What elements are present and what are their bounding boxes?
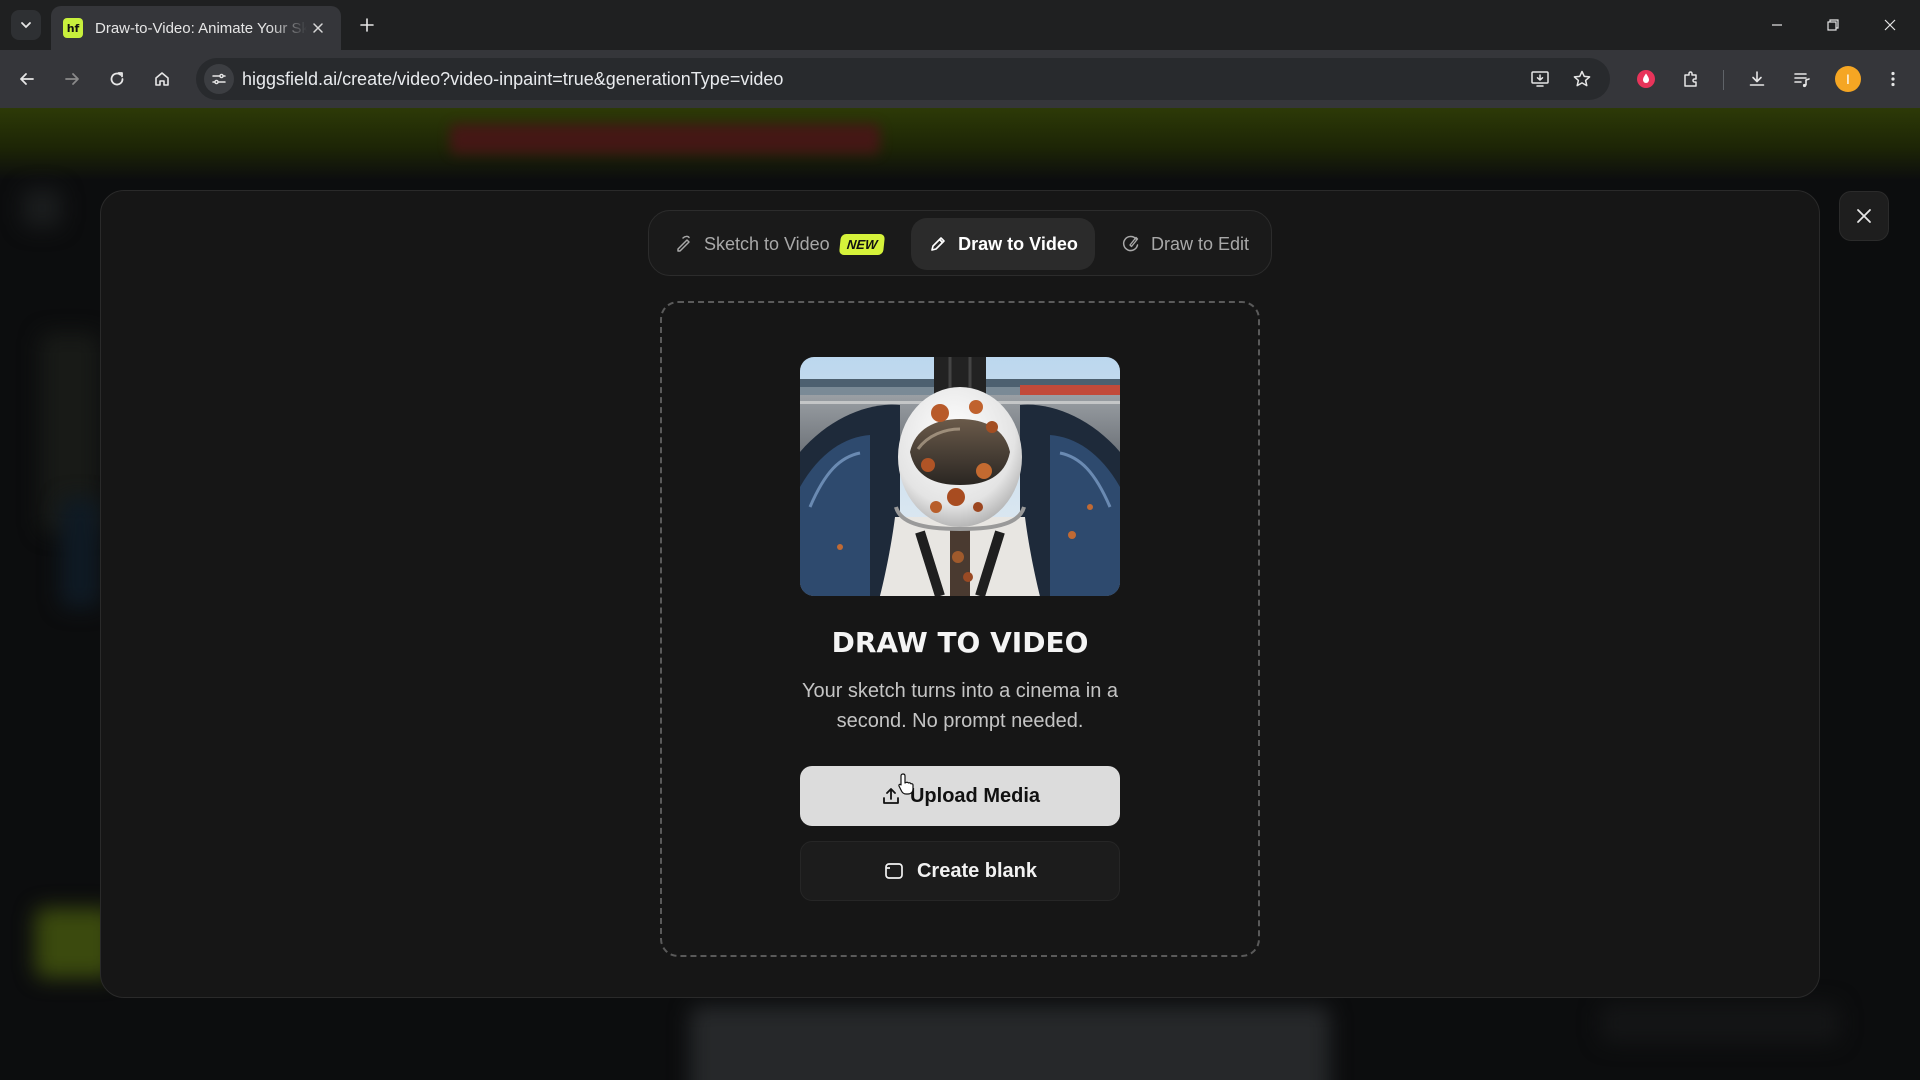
downloads-button[interactable] [1741,63,1773,95]
puzzle-icon [1684,71,1697,87]
upload-media-label: Upload Media [909,784,1040,807]
blurred-bottom-bar [690,1006,1330,1080]
browser-tab-active[interactable]: hf Draw-to-Video: Animate Your Sketches [51,6,341,50]
pen-icon [931,237,945,251]
tab-close-button[interactable] [307,17,329,39]
browser-toolbar: higgsfield.ai/create/video?video-inpaint… [0,50,1920,108]
banner-blurred-text [450,124,880,154]
reload-button[interactable] [101,63,133,95]
restore-icon [1827,19,1839,31]
tab-search-button[interactable] [11,10,41,40]
sketch-icon [677,235,690,252]
star-icon [1573,70,1591,87]
tab-draw-to-edit[interactable]: Draw to Edit [1107,218,1263,270]
extension-droplet-button[interactable] [1630,63,1662,95]
address-bar[interactable]: higgsfield.ai/create/video?video-inpaint… [196,58,1610,100]
create-blank-label: Create blank [916,859,1038,882]
blurred-footer-text [1600,1003,1840,1043]
site-favicon-icon: hf [63,18,83,38]
close-icon [1884,19,1896,31]
close-icon [313,23,323,33]
modal-title: DRAW TO VIDEO [831,626,1089,659]
droplet-extension-icon [1637,70,1655,88]
tab-label: Draw to Video [958,233,1078,254]
favicon-label: hf [66,21,80,35]
close-icon [1857,209,1871,223]
tune-icon [212,73,226,85]
home-icon [155,72,169,86]
bookmark-button[interactable] [1568,65,1596,93]
browser-menu-button[interactable] [1877,63,1909,95]
arrow-left-icon [20,73,34,85]
upload-media-button[interactable]: Upload Media [800,766,1120,826]
back-button[interactable] [11,63,43,95]
extensions-button[interactable] [1675,63,1707,95]
install-icon [1531,71,1549,87]
arrow-right-icon [65,73,79,85]
profile-initial: I [1846,71,1850,87]
mode-tab-group: Sketch to Video NEW Draw to Video Draw t… [648,210,1272,276]
edit-brush-icon [1122,235,1139,252]
minimize-icon [1772,24,1782,26]
mouse-pointer-icon [898,773,914,795]
preview-image [800,357,1120,596]
toolbar-separator [1723,70,1724,90]
tab-sketch-to-video[interactable]: Sketch to Video NEW [661,218,897,270]
new-badge: NEW [838,233,886,255]
plus-icon [360,18,374,32]
download-icon [1749,71,1765,86]
race-driver-illustration [800,357,1120,596]
modal-description: Your sketch turns into a cinema in a sec… [801,680,1119,732]
profile-avatar[interactable]: I [1835,66,1861,92]
url-text[interactable]: higgsfield.ai/create/video?video-inpaint… [242,69,783,90]
chevron-down-icon [21,22,31,29]
home-button[interactable] [146,63,178,95]
browser-tabstrip: hf Draw-to-Video: Animate Your Sketches [0,0,1920,50]
minimize-button[interactable] [1754,0,1800,50]
blurred-sidebar-panel [60,498,100,608]
blurred-logo [22,188,62,228]
restore-button[interactable] [1810,0,1856,50]
tab-label: Draw to Edit [1150,233,1250,254]
tab-title: Draw-to-Video: Animate Your Sketches [95,19,307,37]
reload-icon [110,72,124,86]
modal-close-button[interactable] [1839,191,1889,241]
playlist-icon [1794,73,1810,88]
media-control-button[interactable] [1786,63,1818,95]
create-blank-button[interactable]: Create blank [800,841,1120,901]
new-tab-button[interactable] [354,12,380,38]
site-info-button[interactable] [204,64,234,94]
tab-draw-to-video[interactable]: Draw to Video [911,218,1095,270]
forward-button[interactable] [56,63,88,95]
more-vertical-icon [1891,71,1895,87]
window-close-button[interactable] [1867,0,1913,50]
blank-canvas-icon [885,863,903,879]
tab-label: Sketch to Video [703,233,830,254]
page-banner [0,108,1920,180]
install-app-button[interactable] [1526,65,1554,93]
